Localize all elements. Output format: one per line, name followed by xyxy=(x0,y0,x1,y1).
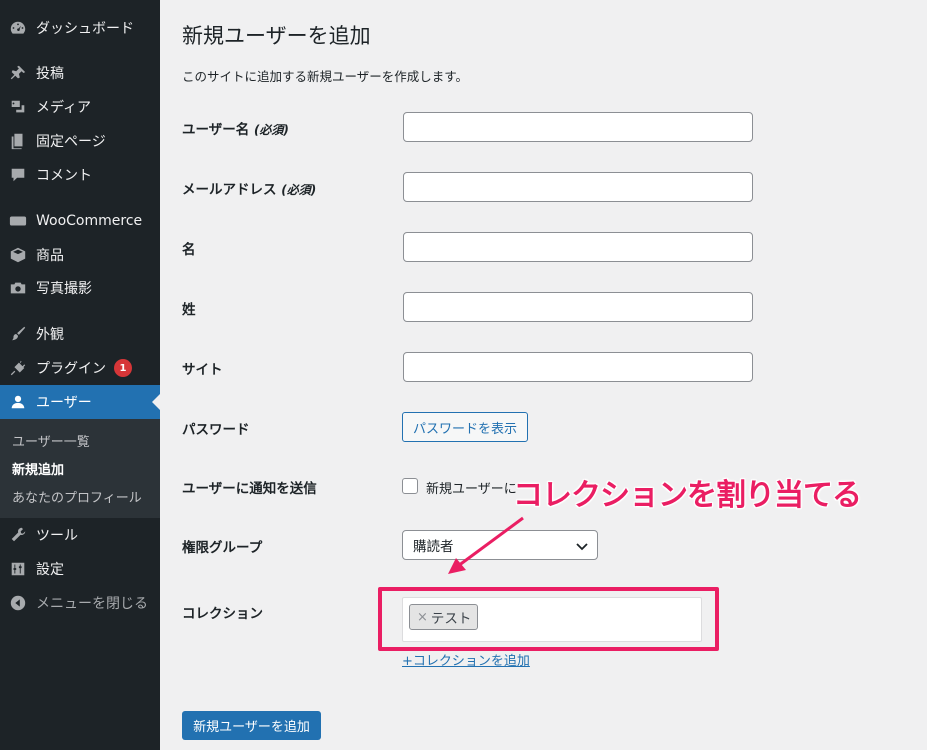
wrench-icon xyxy=(0,526,36,544)
sidebar-item-appearance[interactable]: 外観 xyxy=(0,317,160,351)
submenu-item-profile[interactable]: あなたのプロフィール xyxy=(12,487,142,506)
pin-icon xyxy=(0,64,36,82)
sidebar-item-tools[interactable]: ツール xyxy=(0,518,160,552)
sidebar-item-dashboard[interactable]: ダッシュボード xyxy=(0,11,160,45)
submenu-item-add-new[interactable]: 新規追加 xyxy=(12,459,64,478)
sidebar-item-products[interactable]: 商品 xyxy=(0,238,160,272)
sidebar-item-label: メニューを閉じる xyxy=(36,596,148,612)
page-description: このサイトに追加する新規ユーザーを作成します。 xyxy=(182,69,469,84)
sidebar-item-label: コメント xyxy=(36,168,92,184)
sidebar-item-pages[interactable]: 固定ページ xyxy=(0,124,160,158)
username-label: ユーザー名 (必須) xyxy=(182,122,289,138)
settings-icon xyxy=(0,560,36,578)
last-name-label: 姓 xyxy=(182,302,196,318)
website-input[interactable] xyxy=(403,352,753,382)
role-select-value: 購読者 xyxy=(413,539,454,555)
first-name-label: 名 xyxy=(182,242,196,258)
sidebar-item-label: ユーザー xyxy=(36,395,92,411)
comment-icon xyxy=(0,166,36,184)
sidebar-item-label: WooCommerce xyxy=(36,213,143,229)
sidebar-item-label: 写真撮影 xyxy=(36,281,92,297)
website-label: サイト xyxy=(182,362,223,378)
notify-label: ユーザーに通知を送信 xyxy=(182,481,317,497)
collection-label: コレクション xyxy=(182,606,263,622)
camera-icon xyxy=(0,279,36,297)
role-select[interactable]: 購読者 xyxy=(402,530,598,560)
sidebar-item-label: ツール xyxy=(36,528,78,544)
role-label: 権限グループ xyxy=(182,540,263,556)
box-icon xyxy=(0,246,36,264)
notify-checkbox-label: 新規ユーザーに xyxy=(426,482,517,497)
sidebar-item-label: 商品 xyxy=(36,248,64,264)
sidebar-item-posts[interactable]: 投稿 xyxy=(0,56,160,90)
notify-checkbox[interactable] xyxy=(402,478,418,494)
sidebar-item-label: 設定 xyxy=(36,562,64,578)
user-icon xyxy=(0,393,36,411)
sidebar-item-label: メディア xyxy=(36,100,92,116)
sidebar-item-label: 外観 xyxy=(36,327,64,343)
brush-icon xyxy=(0,325,36,343)
collapse-menu-button[interactable]: メニューを閉じる xyxy=(0,586,160,620)
collapse-icon xyxy=(0,594,36,612)
sidebar-item-label: 固定ページ xyxy=(36,134,106,150)
email-label: メールアドレス (必須) xyxy=(182,182,317,198)
page-icon xyxy=(0,132,36,150)
update-count-badge: 1 xyxy=(114,359,132,377)
annotation-callout: コレクションを割り当てる xyxy=(513,478,862,513)
sidebar-item-media[interactable]: メディア xyxy=(0,90,160,124)
admin-sidebar: ダッシュボード 投稿 メディア 固定ページ コメント WooCommerce 商… xyxy=(0,0,160,750)
woo-icon xyxy=(0,212,36,230)
first-name-input[interactable] xyxy=(403,232,753,262)
sidebar-item-label: 投稿 xyxy=(36,66,64,82)
email-input[interactable] xyxy=(403,172,753,202)
sidebar-item-plugins[interactable]: プラグイン 1 xyxy=(0,351,160,385)
sidebar-item-comments[interactable]: コメント xyxy=(0,158,160,192)
users-submenu: ユーザー一覧 新規追加 あなたのプロフィール xyxy=(0,419,160,518)
sidebar-item-users[interactable]: ユーザー xyxy=(0,385,160,419)
sidebar-item-label: ダッシュボード xyxy=(36,21,134,37)
page-title: 新規ユーザーを追加 xyxy=(182,24,371,48)
username-input[interactable] xyxy=(403,112,753,142)
annotation-highlight-box xyxy=(378,587,719,651)
add-new-user-button[interactable]: 新規ユーザーを追加 xyxy=(182,711,321,740)
add-collection-link[interactable]: +コレクションを追加 xyxy=(402,650,530,669)
last-name-input[interactable] xyxy=(403,292,753,322)
sidebar-item-settings[interactable]: 設定 xyxy=(0,552,160,586)
password-label: パスワード xyxy=(182,422,250,438)
plugin-icon xyxy=(0,359,36,377)
submenu-item-all-users[interactable]: ユーザー一覧 xyxy=(12,431,90,450)
sidebar-item-photo[interactable]: 写真撮影 xyxy=(0,271,160,305)
chevron-down-icon xyxy=(575,539,589,557)
sidebar-item-label: プラグイン xyxy=(36,361,106,377)
sidebar-item-woocommerce[interactable]: WooCommerce xyxy=(0,204,160,238)
dashboard-icon xyxy=(0,19,36,37)
media-icon xyxy=(0,98,36,116)
show-password-button[interactable]: パスワードを表示 xyxy=(402,412,528,442)
